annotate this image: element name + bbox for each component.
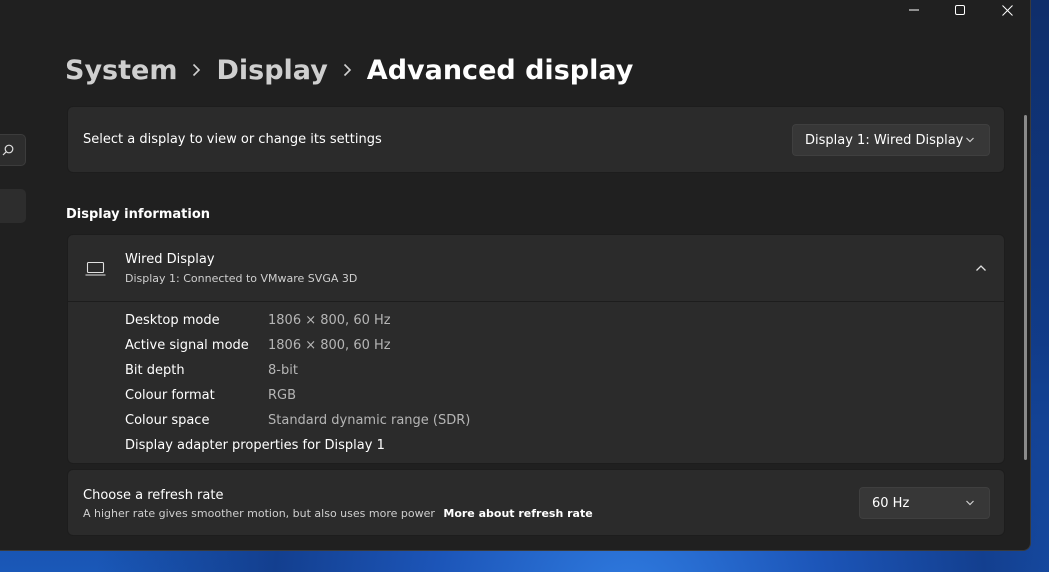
navigation-pane xyxy=(0,0,28,550)
nav-item-selected[interactable] xyxy=(0,189,26,223)
refresh-rate-title: Choose a refresh rate xyxy=(83,488,224,503)
info-key-bit-depth: Bit depth xyxy=(125,363,185,378)
display-dropdown[interactable]: Display 1: Wired Display xyxy=(792,124,990,156)
select-display-label: Select a display to view or change its s… xyxy=(83,132,382,147)
search-box[interactable] xyxy=(0,134,26,166)
scrollbar[interactable] xyxy=(1024,115,1027,460)
minimize-button[interactable] xyxy=(891,0,937,20)
display-dropdown-value: Display 1: Wired Display xyxy=(805,132,964,148)
search-icon xyxy=(2,144,14,156)
info-value-colour-format: RGB xyxy=(268,388,297,403)
refresh-rate-value: 60 Hz xyxy=(872,495,910,511)
info-value-active-signal-mode: 1806 × 800, 60 Hz xyxy=(268,338,391,353)
close-button[interactable] xyxy=(984,0,1030,20)
chevron-up-icon[interactable] xyxy=(975,263,987,273)
chevron-down-icon xyxy=(966,500,974,506)
page-title: Advanced display xyxy=(366,54,634,86)
maximize-icon xyxy=(955,5,965,15)
minimize-icon xyxy=(909,9,919,11)
refresh-rate-description: A higher rate gives smoother motion, but… xyxy=(83,507,593,520)
chevron-down-icon xyxy=(966,137,974,143)
info-value-bit-depth: 8-bit xyxy=(268,363,298,378)
settings-window: System Display Advanced display Select a… xyxy=(0,0,1031,551)
breadcrumb-display[interactable]: Display xyxy=(216,55,327,86)
refresh-rate-description-text: A higher rate gives smoother motion, but… xyxy=(83,507,435,520)
info-value-colour-space: Standard dynamic range (SDR) xyxy=(268,413,471,428)
monitor-subtitle: Display 1: Connected to VMware SVGA 3D xyxy=(125,272,358,285)
info-key-active-signal-mode: Active signal mode xyxy=(125,338,249,353)
more-about-refresh-rate-link[interactable]: More about refresh rate xyxy=(443,507,592,520)
info-key-colour-format: Colour format xyxy=(125,388,215,403)
display-adapter-properties-link[interactable]: Display adapter properties for Display 1 xyxy=(125,438,385,453)
info-key-desktop-mode: Desktop mode xyxy=(125,313,220,328)
maximize-button[interactable] xyxy=(937,0,983,20)
breadcrumb-system[interactable]: System xyxy=(65,55,177,86)
display-information-header[interactable]: Wired Display Display 1: Connected to VM… xyxy=(68,235,1004,302)
laptop-icon xyxy=(85,262,106,276)
section-title: Display information xyxy=(66,207,211,222)
close-icon xyxy=(1001,4,1013,16)
info-value-desktop-mode: 1806 × 800, 60 Hz xyxy=(268,313,391,328)
info-key-colour-space: Colour space xyxy=(125,413,210,428)
chevron-right-icon xyxy=(343,63,352,77)
refresh-rate-card: Choose a refresh rate A higher rate give… xyxy=(67,469,1005,536)
display-information-card: Wired Display Display 1: Connected to VM… xyxy=(67,234,1005,464)
select-display-card: Select a display to view or change its s… xyxy=(67,106,1005,173)
chevron-right-icon xyxy=(192,63,201,77)
refresh-rate-dropdown[interactable]: 60 Hz xyxy=(859,487,990,519)
breadcrumb: System Display Advanced display xyxy=(65,50,633,90)
monitor-name: Wired Display xyxy=(125,252,215,267)
